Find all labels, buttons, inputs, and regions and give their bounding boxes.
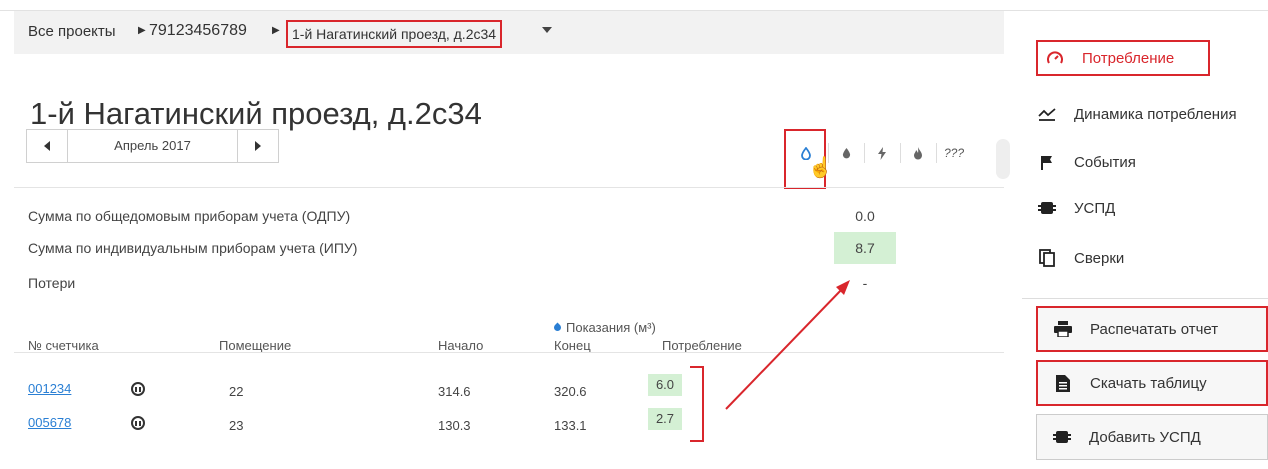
annotation-arrow bbox=[725, 280, 850, 410]
divider bbox=[1022, 298, 1268, 299]
menu-label: События bbox=[1074, 153, 1136, 171]
menu-label: Потребление bbox=[1082, 49, 1175, 67]
flag-icon bbox=[1036, 151, 1058, 173]
menu-label: Добавить УСПД bbox=[1089, 428, 1201, 446]
menu-uspd[interactable]: УСПД bbox=[1036, 190, 1115, 226]
menu-label: УСПД bbox=[1074, 199, 1116, 217]
right-menu: Потребление Динамика потребления События… bbox=[1022, 40, 1268, 469]
device-icon bbox=[1036, 197, 1058, 219]
menu-dynamics[interactable]: Динамика потребления bbox=[1036, 96, 1237, 132]
printer-icon bbox=[1052, 318, 1074, 340]
print-report-button[interactable]: Распечатать отчет bbox=[1036, 306, 1268, 352]
device-icon bbox=[1051, 426, 1073, 448]
menu-label: Распечатать отчет bbox=[1090, 320, 1219, 338]
menu-label: Динамика потребления bbox=[1074, 105, 1237, 123]
menu-reconciliation[interactable]: Сверки bbox=[1036, 240, 1124, 276]
menu-label: Скачать таблицу bbox=[1090, 374, 1207, 392]
add-uspd-button[interactable]: Добавить УСПД bbox=[1036, 414, 1268, 460]
copy-document-icon bbox=[1036, 247, 1058, 269]
menu-consumption[interactable]: Потребление bbox=[1036, 40, 1210, 76]
menu-events[interactable]: События bbox=[1036, 144, 1136, 180]
download-table-button[interactable]: Скачать таблицу bbox=[1036, 360, 1268, 406]
spreadsheet-file-icon bbox=[1052, 372, 1074, 394]
menu-label: Сверки bbox=[1074, 249, 1125, 267]
speedometer-icon bbox=[1044, 47, 1066, 69]
main-panel: Все проекты ▶ 79123456789 ▶ 1-й Нагатинс… bbox=[14, 11, 1010, 469]
line-chart-icon bbox=[1036, 103, 1058, 125]
